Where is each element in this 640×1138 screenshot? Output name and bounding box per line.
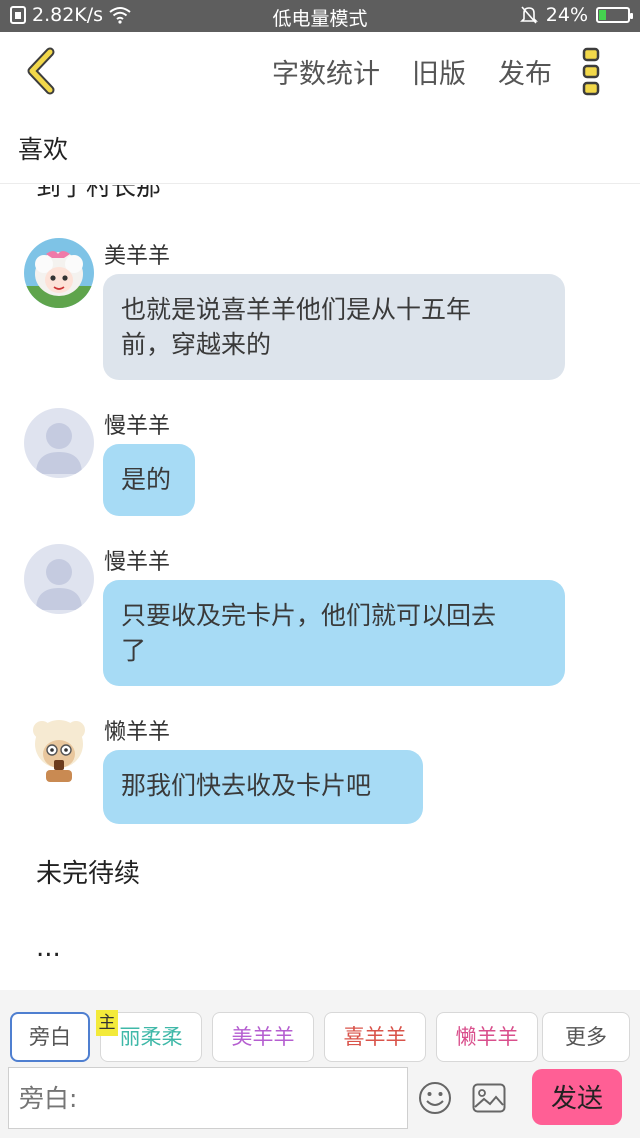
battery-percent: 24%: [545, 4, 588, 26]
word-count-button[interactable]: 字数统计: [272, 52, 380, 91]
character-selector: 旁白 丽柔柔 主 美羊羊 喜羊羊 懒羊羊 更多: [0, 990, 640, 1066]
battery-icon: [596, 7, 633, 23]
network-speed: 2.82K/s: [32, 4, 104, 26]
back-chevron-icon[interactable]: [20, 46, 64, 96]
sender-name: 懒羊羊: [104, 720, 171, 745]
narration-text: 未完待续: [36, 859, 141, 889]
message-text-line: 前，穿越来的: [121, 330, 272, 359]
story-content[interactable]: 到了村长那 美羊羊 也就是说喜羊羊他们是从十五年 前，穿越来的 慢羊羊 是的 慢…: [0, 185, 640, 990]
image-icon[interactable]: [472, 1083, 506, 1113]
message-bubble[interactable]: 那我们快去收及卡片吧: [103, 750, 423, 824]
chip-meiyangyang[interactable]: 美羊羊: [212, 1012, 314, 1062]
bell-muted-icon: [519, 6, 538, 24]
chip-xiyangyang[interactable]: 喜羊羊: [324, 1012, 426, 1062]
emoji-icon[interactable]: [418, 1081, 452, 1115]
sender-name: 慢羊羊: [104, 550, 171, 575]
old-version-button[interactable]: 旧版: [412, 52, 466, 91]
send-button[interactable]: 发送: [532, 1069, 622, 1125]
wifi-icon: [109, 7, 131, 24]
default-user-avatar[interactable]: [24, 408, 94, 478]
story-title-row[interactable]: 喜欢: [0, 110, 640, 184]
top-bar: 字数统计 旧版 发布: [0, 32, 640, 110]
more-icon[interactable]: [576, 46, 606, 98]
partial-text: 到了村长那: [36, 185, 162, 201]
story-title: 喜欢: [18, 135, 69, 164]
meiyangyang-avatar[interactable]: [24, 238, 94, 308]
message-input[interactable]: [8, 1067, 408, 1129]
host-badge: 主: [96, 1010, 118, 1036]
message-bubble[interactable]: 也就是说喜羊羊他们是从十五年 前，穿越来的: [103, 274, 565, 380]
chip-more[interactable]: 更多: [542, 1012, 630, 1062]
lanyangyang-avatar[interactable]: [24, 714, 94, 784]
sender-name: 慢羊羊: [104, 414, 171, 439]
message-text-line: 也就是说喜羊羊他们是从十五年: [121, 295, 472, 324]
message-text-line: 只要收及完卡片，他们就可以回去: [121, 601, 497, 630]
narration-ellipsis: ...: [36, 933, 61, 963]
message-bubble[interactable]: 是的: [103, 444, 195, 516]
message-text-line: 是的: [121, 465, 172, 494]
sim-icon: [10, 6, 26, 24]
message-text-line: 了: [121, 636, 147, 665]
message-text-line: 那我们快去收及卡片吧: [121, 771, 372, 800]
input-bar: 发送: [0, 1066, 640, 1138]
message-bubble[interactable]: 只要收及完卡片，他们就可以回去 了: [103, 580, 565, 686]
chip-narrator[interactable]: 旁白: [10, 1012, 90, 1062]
chip-lanyangyang[interactable]: 懒羊羊: [436, 1012, 538, 1062]
status-bar: 2.82K/s 低电量模式 24%: [0, 0, 640, 32]
publish-button[interactable]: 发布: [498, 52, 552, 91]
default-user-avatar[interactable]: [24, 544, 94, 614]
sender-name: 美羊羊: [104, 244, 171, 269]
